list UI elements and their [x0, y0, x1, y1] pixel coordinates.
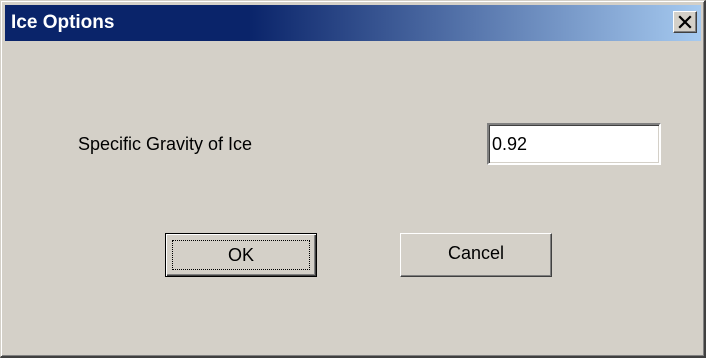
specific-gravity-label: Specific Gravity of Ice — [78, 134, 253, 154]
cancel-button[interactable]: Cancel — [400, 233, 552, 277]
ok-button[interactable]: OK — [165, 233, 317, 277]
title-bar[interactable]: Ice Options — [5, 5, 701, 41]
ice-options-dialog: Ice Options Specific Gravity of Ice OK C… — [0, 0, 706, 358]
ok-button-label: OK — [172, 240, 310, 270]
close-button[interactable] — [673, 11, 697, 33]
specific-gravity-input[interactable] — [487, 123, 661, 165]
window-title: Ice Options — [11, 12, 115, 33]
close-icon — [678, 15, 692, 29]
